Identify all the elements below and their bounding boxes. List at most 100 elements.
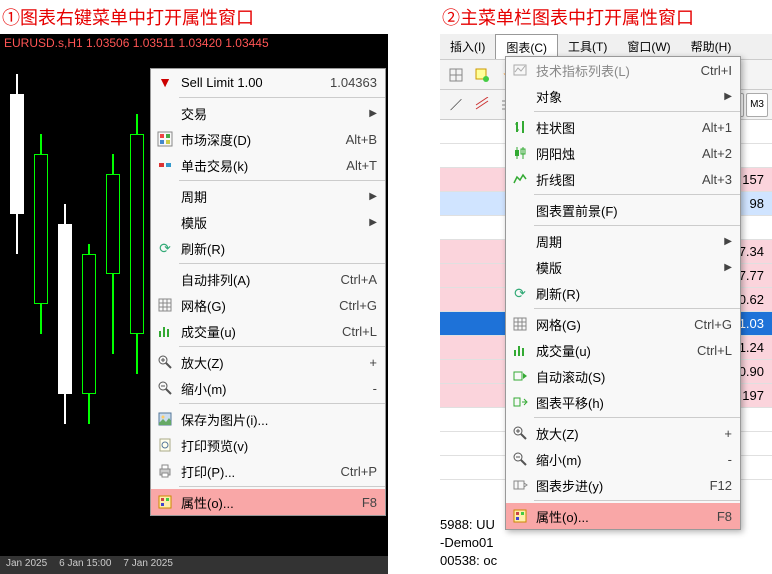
- menu-period[interactable]: 周期 ▶: [506, 228, 740, 254]
- refresh-icon: ⟳: [510, 283, 530, 303]
- menu-label: 缩小(m): [536, 450, 716, 469]
- menu-zoomin[interactable]: 放大(Z) +: [506, 420, 740, 446]
- tb-zoom-icon[interactable]: [444, 63, 468, 87]
- menu-saveimg[interactable]: 保存为图片(i)...: [151, 406, 385, 432]
- menu-label: 自动排列(A): [181, 270, 329, 289]
- menu-shortcut: Ctrl+P: [341, 464, 377, 479]
- submenu-arrow-icon: ▶: [369, 217, 377, 228]
- menu-shift[interactable]: 图表平移(h): [506, 389, 740, 415]
- shift-icon: [510, 392, 530, 412]
- chart-area[interactable]: EURUSD.s,H1 1.03506 1.03511 1.03420 1.03…: [0, 34, 388, 574]
- menu-shortcut: +: [369, 355, 377, 370]
- submenu-arrow-icon: ▶: [369, 108, 377, 119]
- menu-bars[interactable]: 柱状图 Alt+1: [506, 114, 740, 140]
- candles-icon: [510, 143, 530, 163]
- cell-value: 197: [742, 388, 764, 403]
- menu-label: 技术指标列表(L): [536, 61, 689, 80]
- tb-line-icon[interactable]: ／: [444, 93, 468, 117]
- menu-refresh[interactable]: ⟳ 刷新(R): [151, 235, 385, 261]
- menu-shortcut: Ctrl+A: [341, 272, 377, 287]
- menu-grid[interactable]: 网格(G) Ctrl+G: [506, 311, 740, 337]
- menu-template[interactable]: 模版 ▶: [151, 209, 385, 235]
- menu-label: 成交量(u): [536, 341, 685, 360]
- blank-icon: [155, 186, 175, 206]
- menu-foreground[interactable]: 图表置前景(F): [506, 197, 740, 223]
- submenu-arrow-icon: ▶: [724, 236, 732, 247]
- menu-preview[interactable]: 打印预览(v): [151, 432, 385, 458]
- menu-grid[interactable]: 网格(G) Ctrl+G: [151, 292, 385, 318]
- time-label: Jan 2025: [0, 556, 53, 574]
- cell-value: 157: [742, 172, 764, 187]
- indicators-icon: [510, 60, 530, 80]
- menu-label: 保存为图片(i)...: [181, 410, 377, 429]
- menu-properties[interactable]: 属性(o)... F8: [151, 489, 385, 515]
- blank-icon: [510, 200, 530, 220]
- blank-icon: [155, 212, 175, 232]
- menu-label: 模版: [181, 213, 365, 232]
- bars-icon: [510, 117, 530, 137]
- grid-icon: [510, 314, 530, 334]
- menu-template[interactable]: 模版 ▶: [506, 254, 740, 280]
- menu-separator: [534, 417, 740, 418]
- cell-value: 98: [750, 196, 764, 211]
- menu-zoomin[interactable]: 放大(Z) +: [151, 349, 385, 375]
- menu-label: 缩小(m): [181, 379, 361, 398]
- menu-depth[interactable]: 市场深度(D) Alt+B: [151, 126, 385, 152]
- caption-right: ②主菜单栏图表中打开属性窗口: [440, 0, 772, 34]
- autoscroll-icon: [510, 366, 530, 386]
- tb-newchart-icon[interactable]: [470, 63, 494, 87]
- time-label: 7 Jan 2025: [117, 556, 179, 574]
- tb-m3-button[interactable]: M3: [746, 93, 768, 117]
- menu-label: 折线图: [536, 170, 690, 189]
- menu-volume[interactable]: 成交量(u) Ctrl+L: [151, 318, 385, 344]
- menu-zoomout[interactable]: 缩小(m) -: [151, 375, 385, 401]
- menu-shortcut: Alt+2: [702, 146, 732, 161]
- menu-indicators[interactable]: 技术指标列表(L) Ctrl+I: [506, 57, 740, 83]
- cell-value: 7.34: [739, 244, 764, 259]
- symbol-title: EURUSD.s,H1 1.03506 1.03511 1.03420 1.03…: [4, 36, 269, 50]
- menu-properties[interactable]: 属性(o)... F8: [506, 503, 740, 529]
- menu-label: 图表置前景(F): [536, 201, 732, 220]
- tb-channel-icon[interactable]: [470, 93, 494, 117]
- menu-label: 图表平移(h): [536, 393, 732, 412]
- menu-refresh[interactable]: ⟳ 刷新(R): [506, 280, 740, 306]
- submenu-arrow-icon: ▶: [724, 91, 732, 102]
- menubar-insert[interactable]: 插入(I): [440, 34, 495, 59]
- cell-value: 0.90: [739, 364, 764, 379]
- zoomout-icon: [510, 449, 530, 469]
- status-line: -Demo01: [440, 534, 497, 552]
- menu-separator: [534, 194, 740, 195]
- menu-trade[interactable]: 交易 ▶: [151, 100, 385, 126]
- properties-icon: [510, 506, 530, 526]
- menu-oneclick[interactable]: 单击交易(k) Alt+T: [151, 152, 385, 178]
- menu-separator: [534, 111, 740, 112]
- cell-value: 7.77: [739, 268, 764, 283]
- menu-stepby[interactable]: 图表步进(y) F12: [506, 472, 740, 498]
- menu-shortcut: F8: [717, 509, 732, 524]
- menu-shortcut: -: [373, 381, 377, 396]
- menu-shortcut: F12: [710, 478, 732, 493]
- menu-candles[interactable]: 阴阳烛 Alt+2: [506, 140, 740, 166]
- menu-shortcut: Ctrl+L: [697, 343, 732, 358]
- blank-icon: [155, 269, 175, 289]
- menu-period[interactable]: 周期 ▶: [151, 183, 385, 209]
- menu-zoomout[interactable]: 缩小(m) -: [506, 446, 740, 472]
- menu-autoscroll[interactable]: 自动滚动(S): [506, 363, 740, 389]
- menu-print[interactable]: 打印(P)... Ctrl+P: [151, 458, 385, 484]
- menu-label: 属性(o)...: [181, 493, 350, 512]
- menu-line[interactable]: 折线图 Alt+3: [506, 166, 740, 192]
- menu-label: 属性(o)...: [536, 507, 705, 526]
- cell-value: 1.03: [739, 316, 764, 331]
- menu-shortcut: F8: [362, 495, 377, 510]
- menu-sell-limit[interactable]: ▼ Sell Limit 1.00 1.04363: [151, 69, 385, 95]
- menu-volume[interactable]: 成交量(u) Ctrl+L: [506, 337, 740, 363]
- grid-icon: [155, 295, 175, 315]
- menu-separator: [179, 97, 385, 98]
- stepby-icon: [510, 475, 530, 495]
- menu-objects[interactable]: 对象 ▶: [506, 83, 740, 109]
- menu-separator: [179, 403, 385, 404]
- menu-autoarrange[interactable]: 自动排列(A) Ctrl+A: [151, 266, 385, 292]
- oneclick-icon: [155, 155, 175, 175]
- menu-shortcut: Alt+T: [346, 158, 377, 173]
- chart-dropdown-menu: 技术指标列表(L) Ctrl+I 对象 ▶ 柱状图 Alt+1 阴阳烛 Alt+…: [505, 56, 741, 530]
